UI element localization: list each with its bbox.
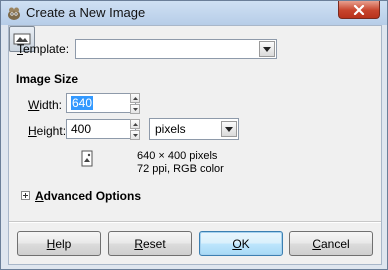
height-value: 400 xyxy=(71,122,92,136)
close-icon xyxy=(353,4,365,15)
ok-button[interactable]: OK xyxy=(199,231,283,256)
unit-value: pixels xyxy=(155,122,186,136)
gimp-app-icon xyxy=(6,5,22,21)
dialog-window: Create a New Image Template: Image Size … xyxy=(0,0,388,270)
arrow-down-icon xyxy=(132,107,138,111)
resolution-info: 72 ppi, RGB color xyxy=(137,163,224,175)
height-spinner[interactable] xyxy=(130,119,140,141)
window-title: Create a New Image xyxy=(26,5,146,20)
image-size-heading: Image Size xyxy=(16,72,79,86)
title-bar[interactable]: Create a New Image xyxy=(1,1,387,25)
width-spinner[interactable] xyxy=(130,93,140,115)
dialog-content: Template: Image Size Width: 640 Height: … xyxy=(8,25,382,265)
unit-combo[interactable]: pixels xyxy=(149,118,239,140)
advanced-options-label[interactable]: Advanced Options xyxy=(35,189,141,203)
width-field[interactable]: 640 xyxy=(66,93,136,113)
separator xyxy=(9,221,381,223)
portrait-button[interactable] xyxy=(80,150,98,170)
arrow-up-icon xyxy=(132,96,138,100)
height-label: Height: xyxy=(28,124,67,138)
advanced-options-expander[interactable] xyxy=(21,191,30,200)
dimensions-info: 640 × 400 pixels xyxy=(137,150,218,162)
template-dropdown-arrow[interactable] xyxy=(259,41,275,57)
width-increment[interactable] xyxy=(130,93,140,103)
width-value: 640 xyxy=(71,96,94,110)
chevron-down-icon xyxy=(263,46,271,52)
template-label: Template: xyxy=(17,42,70,56)
unit-dropdown-arrow[interactable] xyxy=(221,121,237,137)
height-field[interactable]: 400 xyxy=(66,119,136,139)
height-decrement[interactable] xyxy=(130,130,140,140)
plus-icon xyxy=(23,193,28,198)
template-combo[interactable] xyxy=(75,39,277,59)
help-button[interactable]: Help xyxy=(17,231,101,256)
height-increment[interactable] xyxy=(130,119,140,129)
width-label: Width: xyxy=(28,98,63,112)
width-decrement[interactable] xyxy=(130,104,140,114)
cancel-button[interactable]: Cancel xyxy=(289,231,373,256)
reset-button[interactable]: Reset xyxy=(108,231,192,256)
portrait-icon xyxy=(81,150,93,167)
close-button[interactable] xyxy=(338,1,380,19)
chevron-down-icon xyxy=(225,126,233,132)
arrow-down-icon xyxy=(132,133,138,137)
arrow-up-icon xyxy=(132,122,138,126)
